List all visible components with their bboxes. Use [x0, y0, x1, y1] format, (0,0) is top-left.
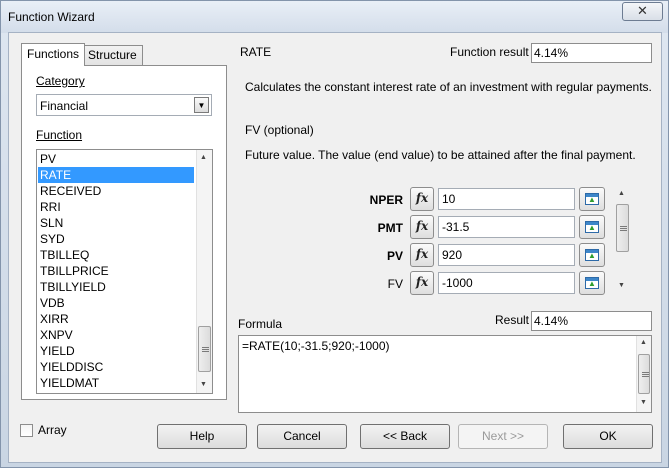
category-value: Financial [40, 99, 89, 113]
fx-icon[interactable]: fx [410, 215, 434, 239]
scroll-up-icon[interactable]: ▲ [618, 190, 625, 197]
list-item[interactable]: XIRR [38, 311, 194, 327]
scroll-thumb[interactable] [616, 204, 629, 252]
list-item-selected[interactable]: RATE [38, 167, 194, 183]
scroll-up-icon[interactable]: ▲ [200, 154, 207, 161]
function-list-scrollbar[interactable]: ▲ ▼ [196, 150, 212, 393]
list-item[interactable]: YIELDDISC [38, 359, 194, 375]
list-item[interactable]: TBILLPRICE [38, 263, 194, 279]
window-title: Function Wizard [8, 10, 95, 24]
formula-scrollbar[interactable]: ▲ ▼ [636, 336, 651, 412]
fx-icon[interactable]: fx [410, 187, 434, 211]
ok-button[interactable]: OK [563, 424, 653, 449]
shrink-dialog-icon[interactable] [579, 243, 605, 267]
close-icon: ✕ [637, 4, 648, 19]
list-item[interactable]: PV [38, 151, 194, 167]
function-wizard-dialog: Function Wizard ✕ Functions Structure Ca… [0, 0, 669, 468]
scroll-down-icon[interactable]: ▼ [618, 282, 625, 289]
scroll-up-icon[interactable]: ▲ [640, 339, 647, 346]
result-value: 4.14% [531, 311, 652, 331]
list-item[interactable]: RECEIVED [38, 183, 194, 199]
param-label-nper: NPER [369, 193, 403, 207]
tab-functions[interactable]: Functions [21, 43, 86, 66]
list-item[interactable]: YIELDMAT [38, 375, 194, 391]
fx-icon[interactable]: fx [410, 271, 434, 295]
chevron-down-icon[interactable]: ▼ [194, 97, 209, 113]
back-button[interactable]: << Back [360, 424, 450, 449]
list-item[interactable]: TBILLYIELD [38, 279, 194, 295]
formula-text: =RATE(10;-31.5;920;-1000) [242, 339, 390, 353]
scroll-down-icon[interactable]: ▼ [640, 399, 647, 406]
function-result-value: 4.14% [531, 43, 652, 63]
param-input-pv[interactable]: 920 [438, 244, 575, 266]
fx-icon[interactable]: fx [410, 243, 434, 267]
param-input-nper[interactable]: 10 [438, 188, 575, 210]
category-label: Category [36, 74, 85, 88]
cancel-button[interactable]: Cancel [257, 424, 347, 449]
params-scrollbar[interactable]: ▲ ▼ [614, 186, 631, 296]
function-list[interactable]: PV RATE RECEIVED RRI SLN SYD TBILLEQ TBI… [36, 149, 213, 394]
array-label[interactable]: Array [38, 423, 67, 437]
parameter-description: Future value. The value (end value) to b… [245, 148, 636, 162]
scroll-down-icon[interactable]: ▼ [200, 381, 207, 388]
function-description: Calculates the constant interest rate of… [245, 80, 652, 94]
category-select[interactable]: Financial ▼ [36, 94, 212, 116]
close-button[interactable]: ✕ [622, 2, 663, 21]
list-item[interactable]: VDB [38, 295, 194, 311]
function-label: Function [36, 128, 83, 142]
parameter-title: FV (optional) [245, 123, 314, 137]
param-input-pmt[interactable]: -31.5 [438, 216, 575, 238]
shrink-dialog-icon[interactable] [579, 271, 605, 295]
list-item[interactable]: RRI [38, 199, 194, 215]
help-button[interactable]: Help [157, 424, 247, 449]
param-label-fv: FV [387, 277, 403, 291]
list-item[interactable]: YIELD [38, 343, 194, 359]
array-checkbox[interactable] [20, 424, 33, 437]
param-label-pv: PV [386, 249, 403, 263]
formula-label: Formula [238, 317, 283, 331]
list-item[interactable]: SYD [38, 231, 194, 247]
tab-structure[interactable]: Structure [82, 45, 143, 65]
formula-editor[interactable]: =RATE(10;-31.5;920;-1000) ▲ ▼ [238, 335, 652, 413]
scroll-thumb[interactable] [198, 326, 211, 372]
title-bar[interactable]: Function Wizard ✕ [1, 1, 668, 33]
dialog-body: Functions Structure Category Financial ▼… [8, 32, 662, 463]
scroll-thumb[interactable] [638, 354, 650, 394]
next-button[interactable]: Next >> [458, 424, 548, 449]
param-label-pmt: PMT [377, 221, 403, 235]
param-input-fv[interactable]: -1000 [438, 272, 575, 294]
shrink-dialog-icon[interactable] [579, 187, 605, 211]
shrink-dialog-icon[interactable] [579, 215, 605, 239]
list-item[interactable]: XNPV [38, 327, 194, 343]
function-name: RATE [240, 45, 272, 59]
function-result-label: Function result [450, 45, 529, 59]
list-item[interactable]: TBILLEQ [38, 247, 194, 263]
result-label: Result [495, 313, 530, 327]
list-item[interactable]: SLN [38, 215, 194, 231]
